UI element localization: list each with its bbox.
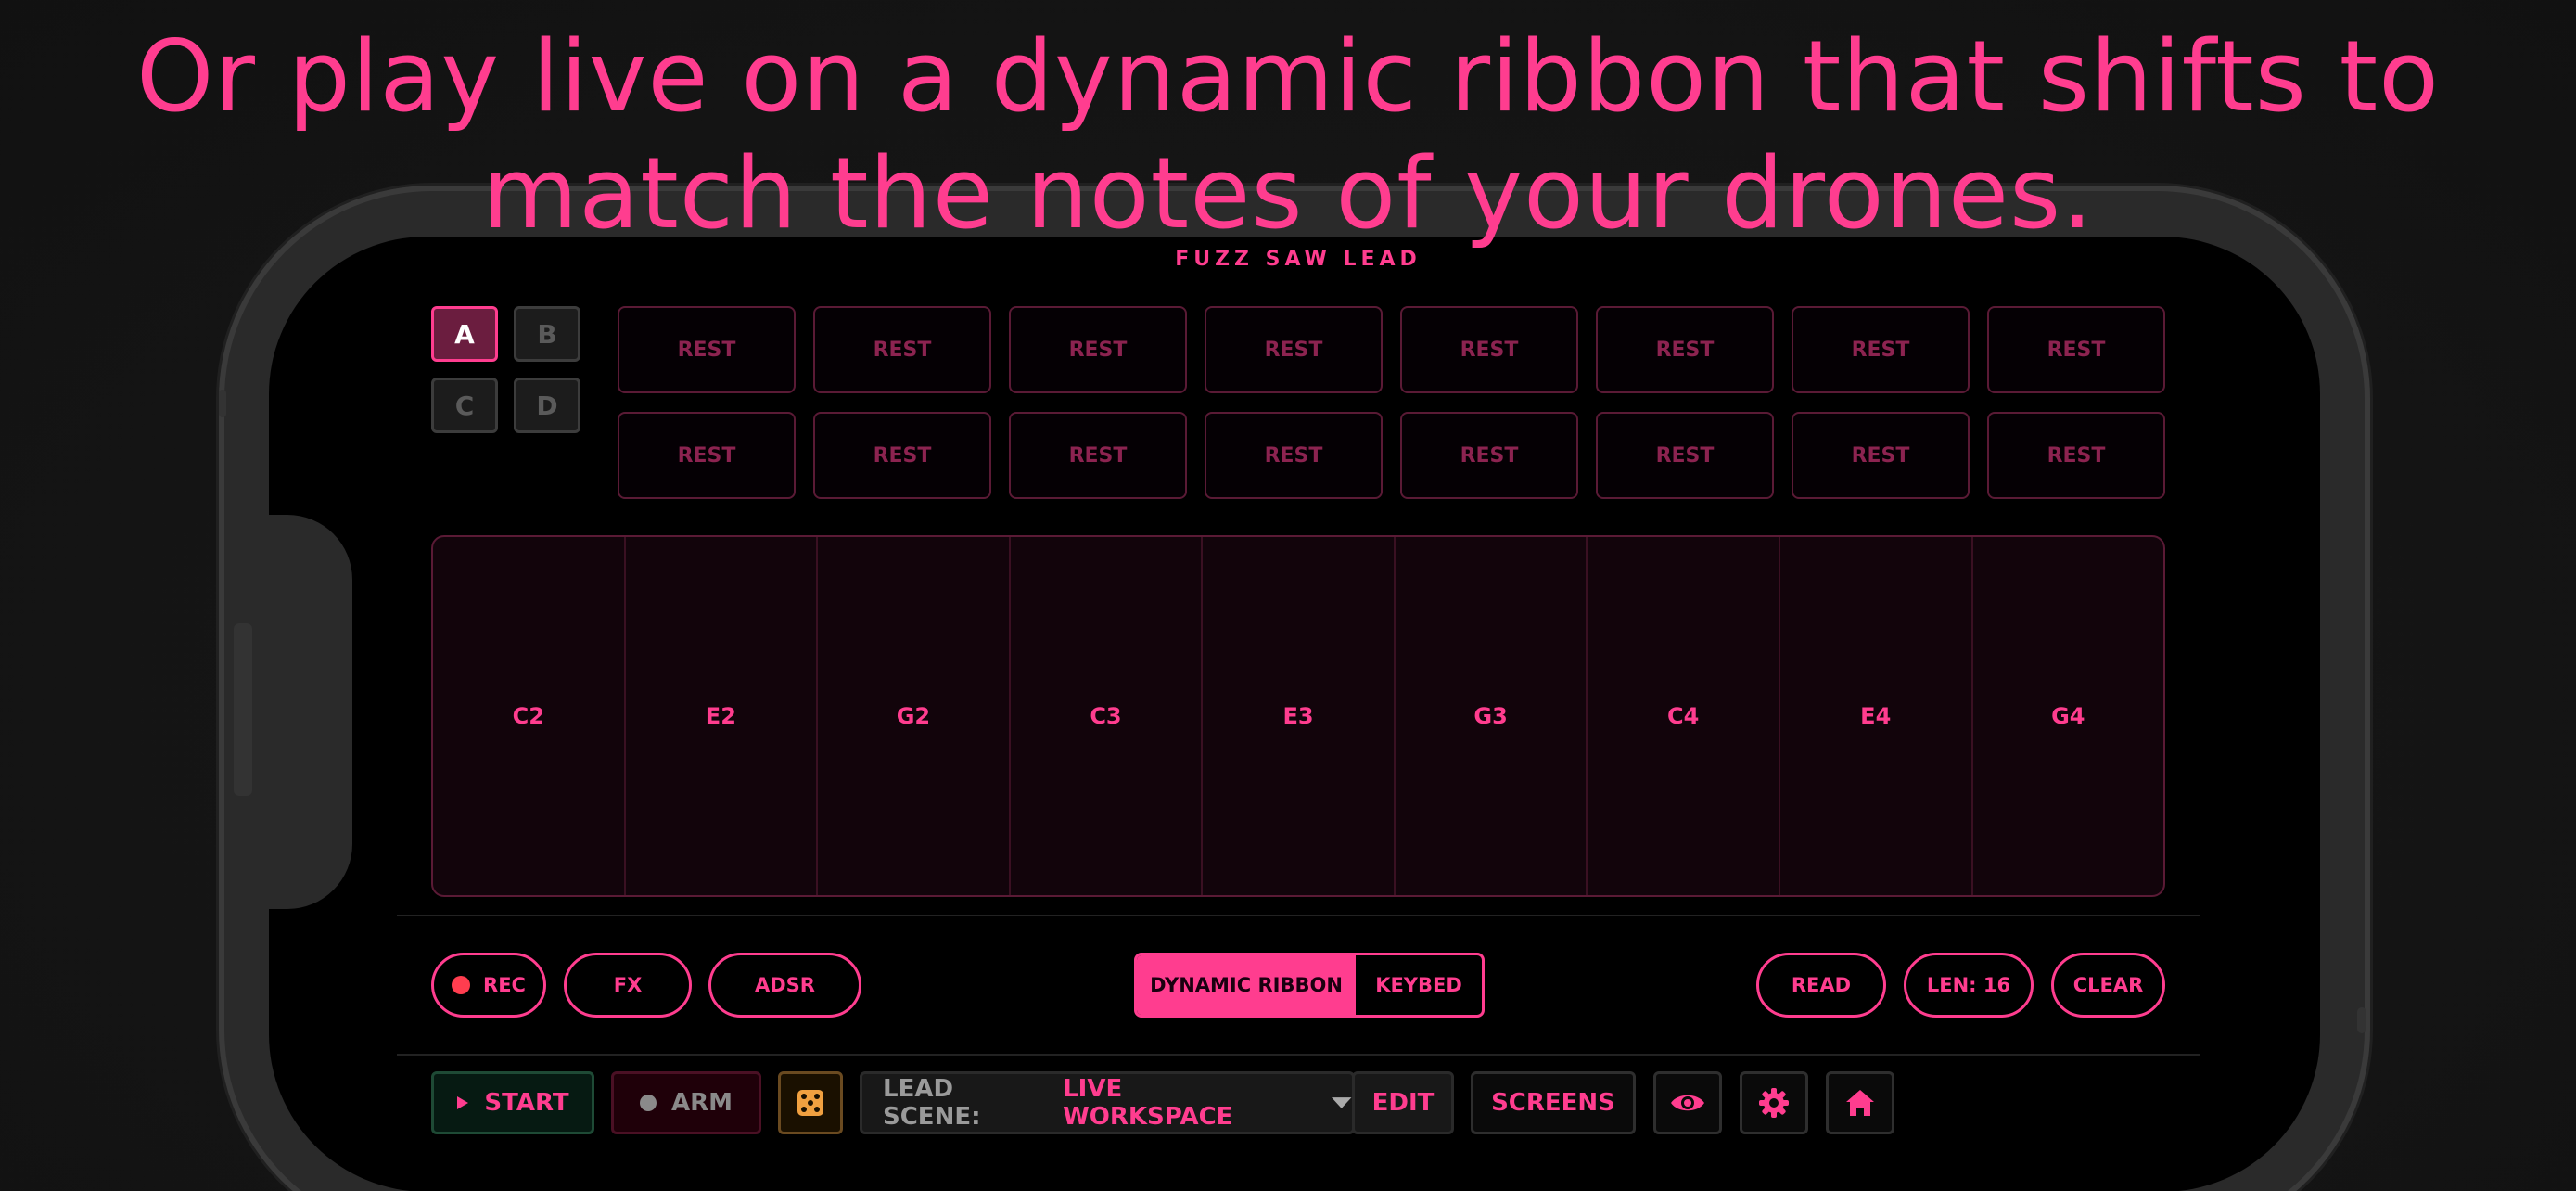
step-12[interactable]: REST (1205, 412, 1383, 499)
edit-button[interactable]: EDIT (1352, 1071, 1454, 1134)
step-3[interactable]: REST (1009, 306, 1187, 393)
eye-icon (1671, 1095, 1704, 1111)
ribbon-mode-toggle[interactable]: DYNAMIC RIBBON KEYBED (1134, 953, 1485, 1018)
headline-line-1: Or play live on a dynamic ribbon that sh… (135, 19, 2441, 134)
ribbon-key-g2[interactable]: G2 (818, 537, 1011, 895)
ribbon-key-g4[interactable]: G4 (1973, 537, 2164, 895)
fx-button[interactable]: FX (564, 953, 692, 1018)
visibility-button[interactable] (1653, 1071, 1722, 1134)
clear-button[interactable]: CLEAR (2051, 953, 2165, 1018)
headline: Or play live on a dynamic ribbon that sh… (0, 19, 2576, 252)
start-button[interactable]: START (431, 1071, 594, 1134)
ribbon-key-c2[interactable]: C2 (433, 537, 626, 895)
scene-label: LEAD SCENE: (883, 1075, 981, 1131)
step-14[interactable]: REST (1596, 412, 1774, 499)
adsr-button[interactable]: ADSR (708, 953, 861, 1018)
home-button[interactable] (1826, 1071, 1894, 1134)
pattern-c-button[interactable]: C (431, 378, 498, 433)
ribbon-key-c4[interactable]: C4 (1588, 537, 1780, 895)
step-8[interactable]: REST (1987, 306, 2165, 393)
phone-notch (255, 515, 352, 909)
arm-button[interactable]: ARM (611, 1071, 761, 1134)
headline-line-2: match the notes of your drones. (482, 136, 2094, 250)
chevron-down-icon (1331, 1097, 1352, 1108)
app-screen: FUZZ SAW LEAD A B C D REST REST REST RES… (397, 237, 2200, 1173)
step-7[interactable]: REST (1792, 306, 1970, 393)
side-button (2357, 1007, 2366, 1033)
length-button[interactable]: LEN: 16 (1904, 953, 2034, 1018)
step-9[interactable]: REST (618, 412, 796, 499)
step-1[interactable]: REST (618, 306, 796, 393)
dynamic-ribbon-option[interactable]: DYNAMIC RIBBON (1137, 955, 1356, 1015)
dot-icon (639, 1095, 657, 1111)
record-dot-icon (452, 976, 471, 994)
ribbon-key-c3[interactable]: C3 (1011, 537, 1204, 895)
side-button (234, 623, 252, 796)
divider (397, 1054, 2200, 1056)
arm-label: ARM (670, 1089, 733, 1117)
step-4[interactable]: REST (1205, 306, 1383, 393)
settings-button[interactable] (1740, 1071, 1808, 1134)
ribbon-key-e4[interactable]: E4 (1780, 537, 1973, 895)
play-icon (457, 1096, 469, 1109)
pattern-d-button[interactable]: D (514, 378, 580, 433)
step-13[interactable]: REST (1400, 412, 1578, 499)
step-2[interactable]: REST (813, 306, 991, 393)
step-16[interactable]: REST (1987, 412, 2165, 499)
step-5[interactable]: REST (1400, 306, 1578, 393)
step-15[interactable]: REST (1792, 412, 1970, 499)
start-label: START (484, 1089, 569, 1117)
ribbon-key-e2[interactable]: E2 (626, 537, 819, 895)
ribbon-key-e3[interactable]: E3 (1203, 537, 1396, 895)
gear-icon (1759, 1088, 1789, 1118)
read-button[interactable]: READ (1756, 953, 1886, 1018)
scene-selector[interactable]: LEAD SCENE: LIVE WORKSPACE (860, 1071, 1355, 1134)
step-10[interactable]: REST (813, 412, 991, 499)
screens-button[interactable]: SCREENS (1471, 1071, 1636, 1134)
pattern-a-button[interactable]: A (431, 306, 498, 362)
dynamic-ribbon[interactable]: C2 E2 G2 C3 E3 G3 C4 E4 G4 (431, 535, 2165, 897)
keybed-option[interactable]: KEYBED (1356, 955, 1482, 1015)
dice-icon (797, 1090, 823, 1116)
rec-button[interactable]: REC (431, 953, 546, 1018)
divider (397, 915, 2200, 916)
home-icon (1846, 1090, 1874, 1116)
pattern-b-button[interactable]: B (514, 306, 580, 362)
side-button (219, 390, 226, 417)
scene-value: LIVE WORKSPACE (1063, 1075, 1233, 1131)
ribbon-key-g3[interactable]: G3 (1396, 537, 1588, 895)
randomize-button[interactable] (778, 1071, 843, 1134)
step-6[interactable]: REST (1596, 306, 1774, 393)
step-11[interactable]: REST (1009, 412, 1187, 499)
rec-label: REC (483, 974, 526, 996)
